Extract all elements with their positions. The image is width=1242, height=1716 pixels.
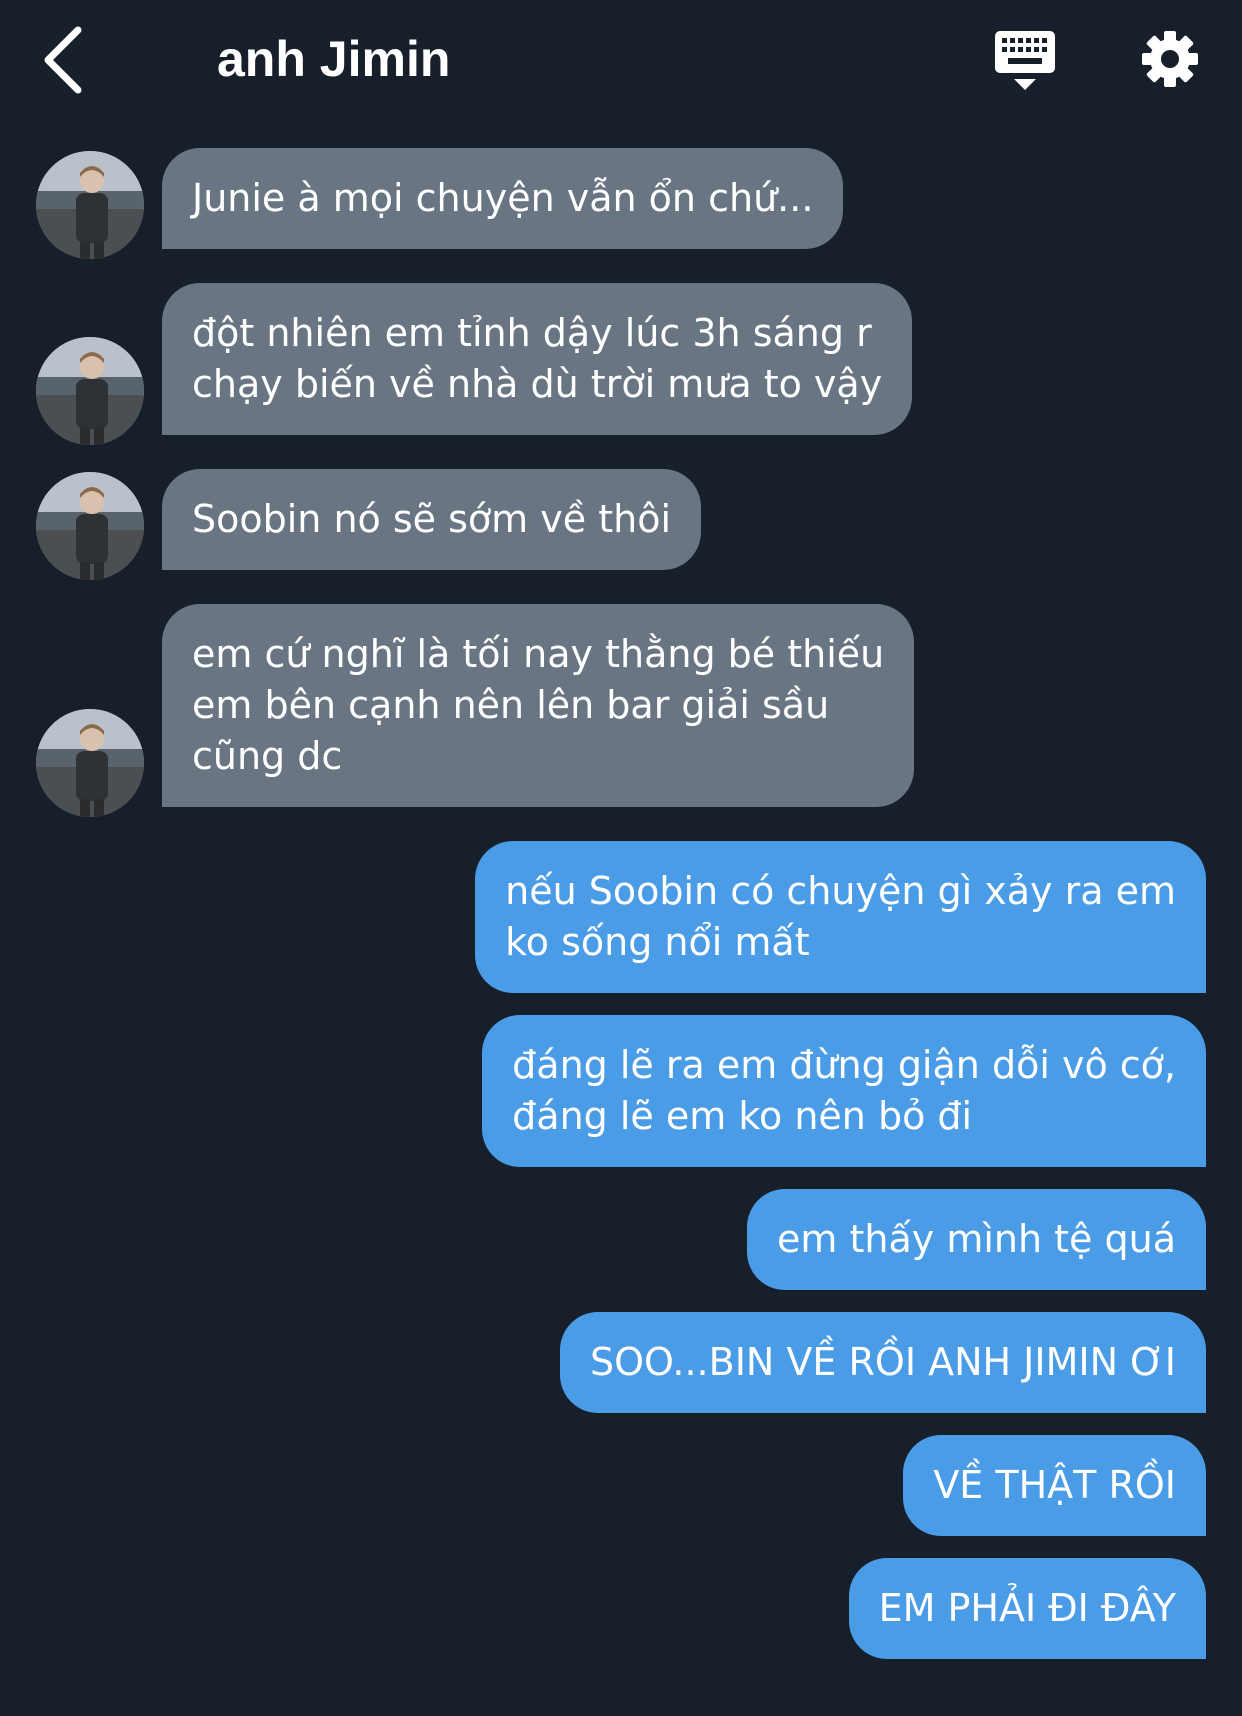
message-line: EM PHẢI ĐI ĐÂY xyxy=(878,1586,1176,1630)
message-bubble-sent[interactable]: VỀ THẬT RỒI xyxy=(903,1435,1206,1536)
settings-button[interactable] xyxy=(1140,29,1200,89)
message-line: em cứ nghĩ là tối nay thằng bé thiếu xyxy=(192,632,885,676)
chat-header: anh Jimin xyxy=(0,0,1242,130)
chevron-left-icon xyxy=(44,26,82,94)
message-bubble-sent[interactable]: em thấy mình tệ quá xyxy=(747,1189,1206,1290)
message-bubble-received[interactable]: Soobin nó sẽ sớm về thôi xyxy=(162,469,702,570)
gear-icon xyxy=(1142,31,1198,87)
avatar[interactable] xyxy=(36,472,144,580)
avatar[interactable] xyxy=(36,709,144,817)
message-line: Junie à mọi chuyện vẫn ổn chứ... xyxy=(192,176,814,220)
keyboard-button[interactable] xyxy=(994,30,1056,92)
message-line: đột nhiên em tỉnh dậy lúc 3h sáng r xyxy=(192,311,872,355)
message-bubble-sent[interactable]: nếu Soobin có chuyện gì xảy ra em ko sốn… xyxy=(475,841,1206,993)
message-line: chạy biến về nhà dù trời mưa to vậy xyxy=(192,362,883,406)
message-line: em bên cạnh nên lên bar giải sầu xyxy=(192,683,830,727)
message-bubble-received[interactable]: đột nhiên em tỉnh dậy lúc 3h sáng r chạy… xyxy=(162,283,913,435)
avatar[interactable] xyxy=(36,337,144,445)
message-bubble-sent[interactable]: SOO...BIN VỀ RỒI ANH JIMIN ƠI xyxy=(560,1312,1206,1413)
message-line: em thấy mình tệ quá xyxy=(777,1217,1176,1261)
message-line: VỀ THẬT RỒI xyxy=(933,1463,1176,1507)
message-line: SOO...BIN VỀ RỒI ANH JIMIN ƠI xyxy=(590,1340,1176,1384)
message-bubble-received[interactable]: em cứ nghĩ là tối nay thằng bé thiếu em … xyxy=(162,604,915,807)
chat-title: anh Jimin xyxy=(217,31,451,87)
message-line: ko sống nổi mất xyxy=(505,920,810,964)
keyboard-icon xyxy=(995,31,1055,90)
avatar[interactable] xyxy=(36,151,144,259)
message-line: nếu Soobin có chuyện gì xảy ra em xyxy=(505,869,1176,913)
message-line: cũng dc xyxy=(192,734,343,778)
message-line: đáng lẽ ra em đừng giận dỗi vô cớ, xyxy=(512,1043,1176,1087)
message-bubble-received[interactable]: Junie à mọi chuyện vẫn ổn chứ... xyxy=(162,148,844,249)
back-button[interactable] xyxy=(38,22,98,98)
message-bubble-sent[interactable]: EM PHẢI ĐI ĐÂY xyxy=(848,1558,1206,1659)
message-line: Soobin nó sẽ sớm về thôi xyxy=(192,497,672,541)
message-bubble-sent[interactable]: đáng lẽ ra em đừng giận dỗi vô cớ, đáng … xyxy=(482,1015,1206,1167)
message-line: đáng lẽ em ko nên bỏ đi xyxy=(512,1094,973,1138)
